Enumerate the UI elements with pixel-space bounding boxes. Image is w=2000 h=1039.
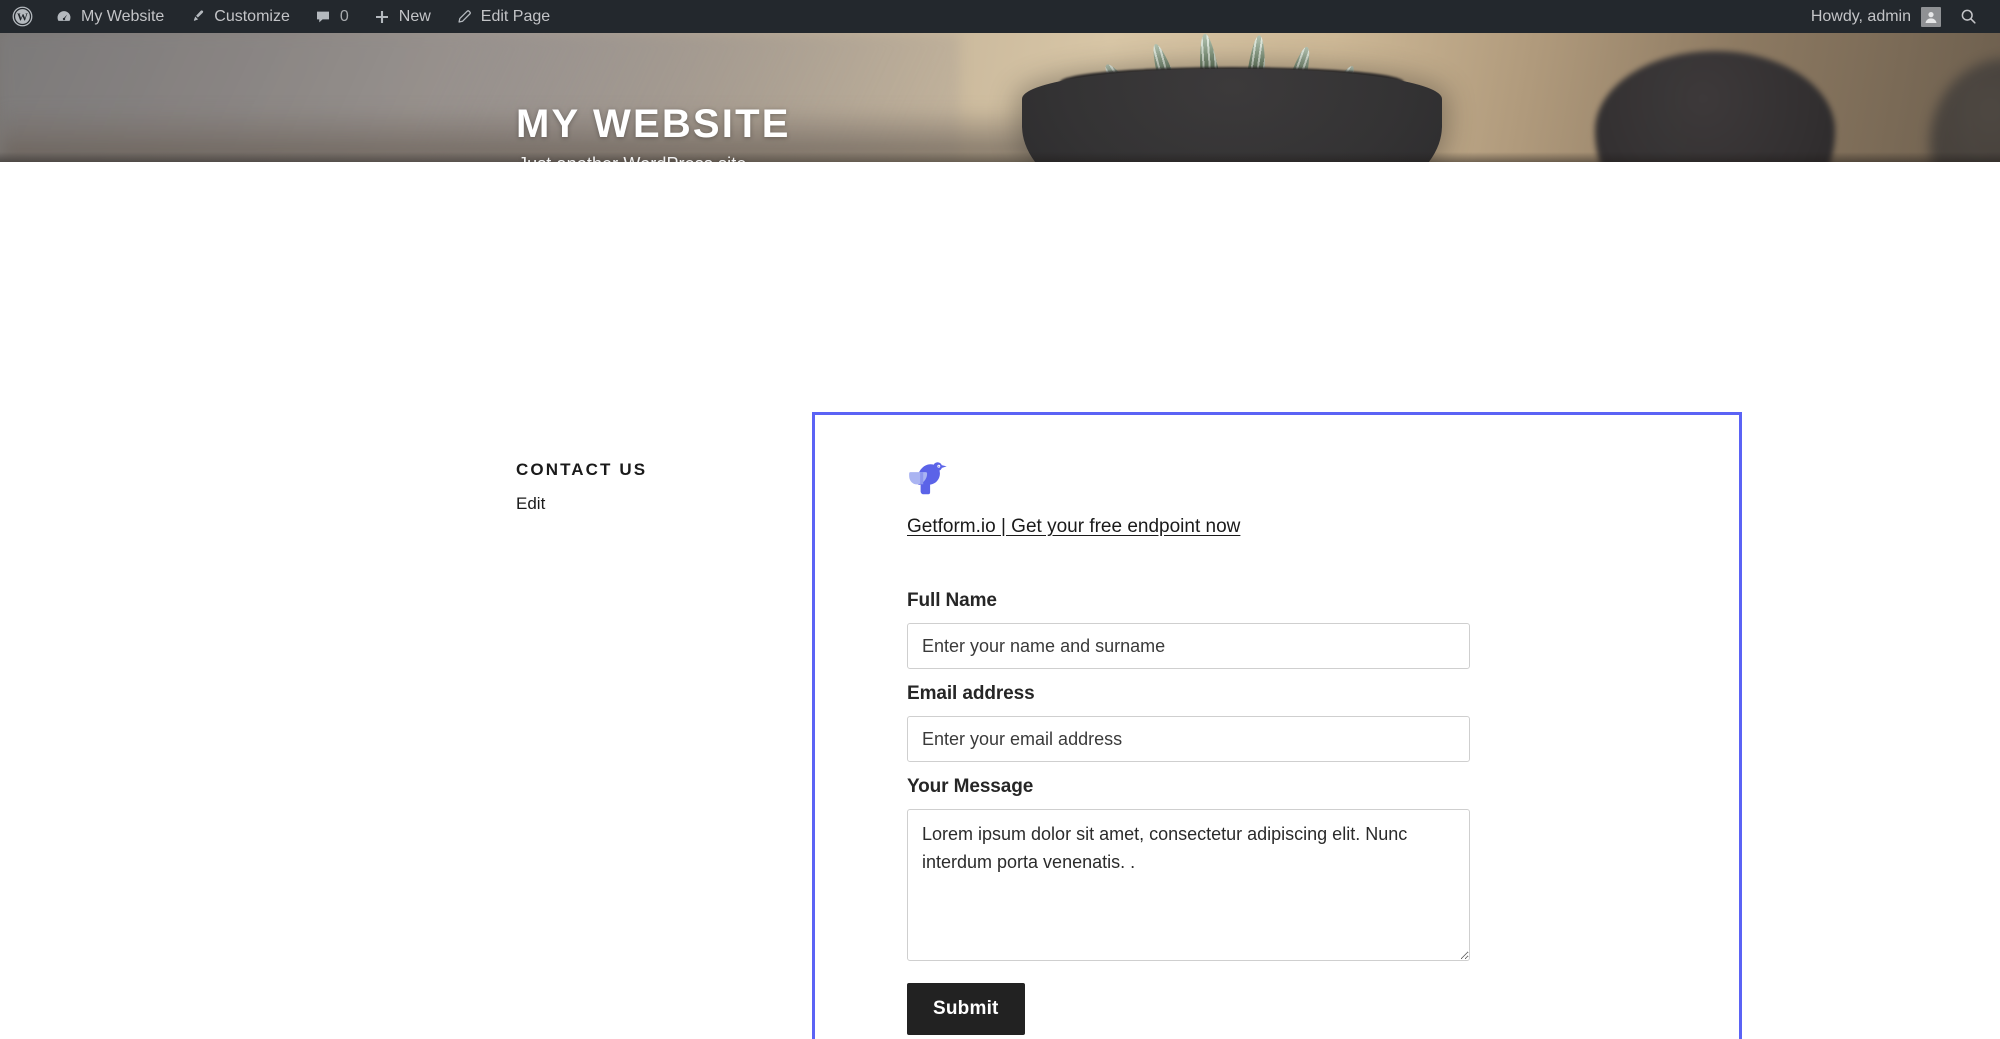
edit-page-link[interactable]: Edit xyxy=(516,494,545,514)
field-full-name: Full Name xyxy=(907,590,1739,669)
site-tagline: Just another WordPress site xyxy=(518,154,791,162)
admin-bar-site-name[interactable]: My Website xyxy=(43,0,176,33)
field-email: Email address xyxy=(907,683,1739,762)
admin-bar-left-group: W My Website Customize 0 New Edit Page xyxy=(0,0,562,33)
pencil-icon xyxy=(455,8,473,26)
admin-bar-comment-count: 0 xyxy=(339,8,349,25)
admin-bar-edit-page-label: Edit Page xyxy=(480,8,551,25)
content-wrapper: CONTACT US Edit Getform.io | Get your fr… xyxy=(0,162,2000,1039)
email-input[interactable] xyxy=(907,716,1470,762)
full-name-label: Full Name xyxy=(907,590,997,611)
brush-icon xyxy=(188,8,206,26)
admin-bar-new-content[interactable]: New xyxy=(361,0,443,33)
page-content: CONTACT US Edit Getform.io | Get your fr… xyxy=(0,162,2000,1039)
full-name-input[interactable] xyxy=(907,623,1470,669)
comment-icon xyxy=(314,8,332,26)
dashboard-icon xyxy=(55,8,73,26)
plus-icon xyxy=(373,8,391,26)
submit-button[interactable]: Submit xyxy=(907,983,1025,1035)
form-inner: Getform.io | Get your free endpoint now … xyxy=(815,415,1739,1035)
getform-bird-logo-icon xyxy=(907,460,953,500)
admin-bar-customize[interactable]: Customize xyxy=(176,0,302,33)
svg-text:W: W xyxy=(17,12,28,24)
wordpress-logo-button[interactable]: W xyxy=(0,0,43,33)
site-hero-header: MY WEBSITE Just another WordPress site xyxy=(0,33,2000,162)
email-label: Email address xyxy=(907,683,1035,704)
getform-promo-link[interactable]: Getform.io | Get your free endpoint now xyxy=(907,516,1240,538)
admin-bar-site-name-label: My Website xyxy=(81,8,165,25)
hero-bottom-shadow xyxy=(0,152,2000,162)
getform-embed-block[interactable]: Getform.io | Get your free endpoint now … xyxy=(812,412,1742,1039)
admin-bar-new-label: New xyxy=(398,8,431,25)
avatar xyxy=(1921,6,1941,27)
wp-admin-bar: W My Website Customize 0 New Edit Page H… xyxy=(0,0,2000,33)
wordpress-icon: W xyxy=(12,6,33,27)
howdy-label: Howdy, admin xyxy=(1810,7,1911,25)
admin-bar-search-button[interactable] xyxy=(1951,7,1992,26)
site-title[interactable]: MY WEBSITE xyxy=(516,102,791,146)
admin-bar-customize-label: Customize xyxy=(214,8,290,25)
message-label: Your Message xyxy=(907,776,1034,797)
admin-bar-comments[interactable]: 0 xyxy=(302,0,361,33)
admin-bar-right-group: Howdy, admin xyxy=(1801,6,2000,27)
admin-bar-my-account[interactable]: Howdy, admin xyxy=(1801,6,1951,27)
field-message: Your Message xyxy=(907,776,1739,961)
hero-text-group: MY WEBSITE Just another WordPress site xyxy=(516,102,791,162)
message-textarea[interactable] xyxy=(907,809,1470,961)
page-title: CONTACT US xyxy=(516,460,648,479)
contact-form: Full Name Email address Your Message Sub… xyxy=(907,590,1739,1035)
search-icon xyxy=(1959,7,1978,26)
admin-bar-edit-page[interactable]: Edit Page xyxy=(443,0,562,33)
entry-header: CONTACT US Edit xyxy=(516,460,776,514)
plant-pot xyxy=(1022,69,1442,162)
